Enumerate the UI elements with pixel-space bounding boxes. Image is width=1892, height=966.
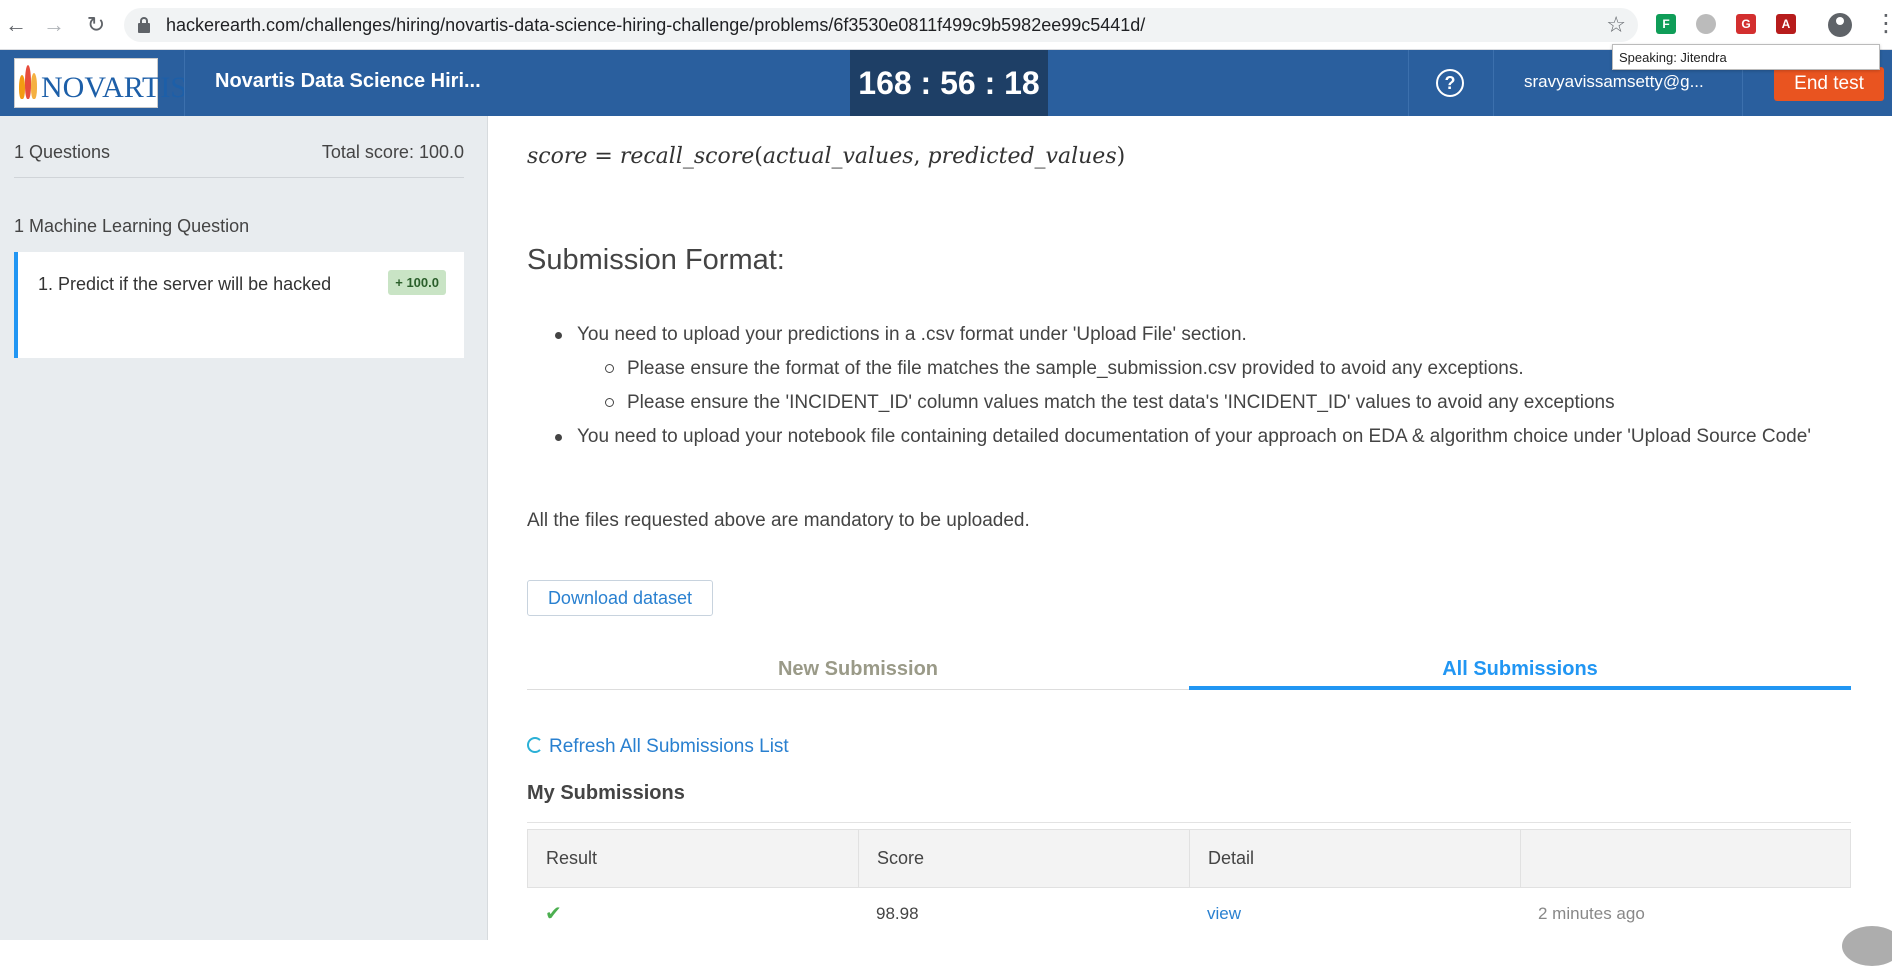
section-divider xyxy=(527,822,1851,823)
section-label: 1 Machine Learning Question xyxy=(14,216,250,236)
lock-icon xyxy=(138,17,150,33)
flame-icon xyxy=(19,65,37,101)
list-item: Please ensure the 'INCIDENT_ID' column v… xyxy=(577,386,1867,420)
column-header-time xyxy=(1521,830,1850,887)
challenge-title[interactable]: Novartis Data Science Hiri... xyxy=(215,70,481,93)
extension-pdf-icon[interactable]: A xyxy=(1776,14,1796,34)
help-icon[interactable]: ? xyxy=(1436,69,1464,97)
back-arrow-icon[interactable]: ← xyxy=(4,13,28,37)
scroll-top-button[interactable] xyxy=(1842,926,1892,966)
speaking-tooltip: Speaking: Jitendra xyxy=(1612,44,1880,70)
score-cell: 98.98 xyxy=(876,904,919,923)
submission-time: 2 minutes ago xyxy=(1538,904,1645,923)
column-header-score: Score xyxy=(859,830,1190,887)
list-item: You need to upload your notebook file co… xyxy=(527,420,1867,454)
formula-lhs: score xyxy=(527,144,588,169)
formula-func: recall_score xyxy=(619,144,755,169)
refresh-label[interactable]: Refresh All Submissions List xyxy=(549,736,789,757)
formula-arg1: actual_values xyxy=(762,144,914,169)
download-dataset-button[interactable]: Download dataset xyxy=(527,580,713,616)
countdown-timer: 168 : 56 : 18 xyxy=(850,50,1048,116)
question-title[interactable]: 1. Predict if the server will be hacked xyxy=(38,274,331,295)
view-detail-link[interactable]: view xyxy=(1189,888,1241,940)
column-header-detail: Detail xyxy=(1190,830,1521,887)
end-test-button[interactable]: End test xyxy=(1774,67,1884,101)
forward-arrow-icon[interactable]: → xyxy=(42,13,66,37)
formula-comma: , xyxy=(913,144,928,169)
success-check-icon: ✔ xyxy=(545,903,562,925)
extension-green-icon[interactable]: F xyxy=(1656,14,1676,34)
url-text[interactable]: hackerearth.com/challenges/hiring/novart… xyxy=(166,15,1145,36)
extension-grammarly-icon[interactable]: G xyxy=(1736,14,1756,34)
chrome-menu-icon[interactable]: ⋮ xyxy=(1874,10,1892,38)
formula-lparen: ( xyxy=(754,144,763,169)
logo-text: NOVARTIS xyxy=(41,71,188,104)
scoring-formula: score = recall_score(actual_values, pred… xyxy=(527,144,1125,169)
table-header: Result Score Detail xyxy=(527,829,1851,888)
novartis-logo[interactable]: NOVARTIS xyxy=(14,58,187,108)
column-header-result: Result xyxy=(528,830,859,887)
problem-content: score = recall_score(actual_values, pred… xyxy=(489,116,1892,940)
table-row: ✔ 98.98 view 2 minutes ago xyxy=(527,888,1851,940)
address-bar[interactable]: hackerearth.com/challenges/hiring/novart… xyxy=(124,8,1638,42)
tab-all-submissions[interactable]: All Submissions xyxy=(1189,652,1851,690)
submission-instructions: You need to upload your predictions in a… xyxy=(527,318,1867,454)
reload-icon[interactable]: ↻ xyxy=(84,13,108,37)
browser-toolbar: ← → ↻ hackerearth.com/challenges/hiring/… xyxy=(0,0,1892,50)
questions-summary: 1 Questions Total score: 100.0 xyxy=(14,142,464,163)
app-header: NOVARTIS Novartis Data Science Hiri... 1… xyxy=(0,50,1892,116)
question-item[interactable]: 1. Predict if the server will be hacked … xyxy=(14,252,464,358)
questions-count: 1 Questions xyxy=(14,142,111,162)
formula-rparen: ) xyxy=(1116,144,1126,169)
list-item: Please ensure the format of the file mat… xyxy=(577,352,1867,386)
submission-format-heading: Submission Format: xyxy=(527,244,785,276)
refresh-icon xyxy=(527,737,543,753)
submission-tabs: New Submission All Submissions xyxy=(527,652,1851,690)
question-sidebar: 1 Questions Total score: 100.0 1 Machine… xyxy=(0,116,488,940)
mandatory-note: All the files requested above are mandat… xyxy=(527,510,1030,531)
submissions-table: Result Score Detail ✔ 98.98 view 2 minut… xyxy=(527,829,1851,940)
tab-new-submission[interactable]: New Submission xyxy=(527,652,1189,690)
formula-op: = xyxy=(587,144,620,169)
profile-avatar-icon[interactable] xyxy=(1828,13,1852,37)
extension-circle-icon[interactable] xyxy=(1696,14,1716,34)
user-email[interactable]: sravyavissamsetty@g... xyxy=(1524,72,1704,92)
total-score: Total score: 100.0 xyxy=(321,142,464,162)
formula-arg2: predicted_values xyxy=(927,144,1117,169)
refresh-submissions-link[interactable]: Refresh All Submissions List xyxy=(527,736,789,758)
my-submissions-heading: My Submissions xyxy=(527,782,685,804)
bullet-text: You need to upload your predictions in a… xyxy=(577,324,1247,345)
sidebar-divider xyxy=(14,177,464,178)
score-badge: + 100.0 xyxy=(388,270,446,295)
bookmark-star-icon[interactable]: ☆ xyxy=(1606,12,1626,38)
list-item: You need to upload your predictions in a… xyxy=(527,318,1867,420)
sub-instructions: Please ensure the format of the file mat… xyxy=(577,352,1867,420)
